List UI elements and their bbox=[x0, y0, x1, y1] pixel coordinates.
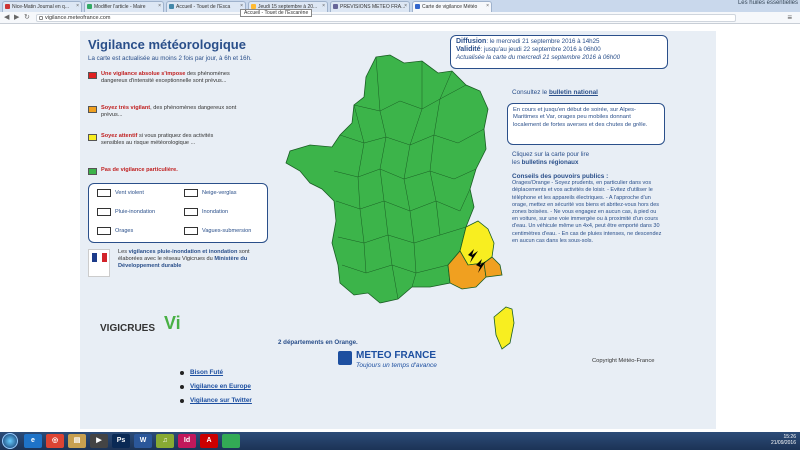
back-icon[interactable]: ◀ bbox=[4, 13, 9, 21]
wind-icon bbox=[97, 189, 111, 197]
link-vigilance-twitter[interactable]: Vigilance sur Twitter bbox=[180, 397, 252, 405]
favicon-icon bbox=[415, 4, 420, 9]
legend-green: Pas de vigilance particulière. bbox=[88, 167, 238, 175]
orange-swatch bbox=[88, 106, 97, 113]
menu-icon[interactable]: ≡ bbox=[787, 13, 792, 22]
meteo-france-icon bbox=[338, 351, 352, 365]
browser-toolbar: ◀ ▶ ↻ vigilance.meteofrance.com ≡ bbox=[0, 12, 800, 24]
close-icon[interactable]: × bbox=[404, 3, 407, 9]
national-bulletin-link[interactable]: bulletin national bbox=[549, 89, 598, 96]
rain-flood-icon bbox=[97, 208, 111, 216]
flood-icon bbox=[184, 208, 198, 216]
taskbar-explorer-icon[interactable]: ▤ bbox=[68, 434, 86, 448]
legend-red: Une vigilance absolue s'impose des phéno… bbox=[88, 71, 238, 85]
close-icon[interactable]: × bbox=[486, 3, 489, 9]
favicon-icon bbox=[5, 4, 10, 9]
favicon-icon bbox=[169, 4, 174, 9]
page-info-icon bbox=[39, 16, 43, 20]
wave-icon bbox=[184, 227, 198, 235]
meteo-france-tagline: Toujours un temps d'avance bbox=[356, 362, 437, 369]
public-advice: Conseils des pouvoirs publics : Orages/O… bbox=[512, 173, 662, 244]
related-links: Bison Futé Vigilance en Europe Vigilance… bbox=[180, 369, 252, 411]
red-swatch bbox=[88, 72, 97, 79]
window-right-label: Les huiles essentielles bbox=[737, 0, 798, 6]
meteo-france-name: METEO FRANCE bbox=[356, 350, 436, 361]
tab-modifier-article[interactable]: Modifier l'article - Maire × bbox=[84, 1, 164, 12]
copyright: Copyright Météo-France bbox=[592, 358, 655, 364]
yellow-swatch bbox=[88, 134, 97, 141]
meteo-france-logo[interactable]: METEO FRANCE Toujours un temps d'avance bbox=[338, 348, 458, 374]
tab-nice-matin[interactable]: Nice-Matin Journal en q... × bbox=[2, 1, 82, 12]
favicon-icon bbox=[87, 4, 92, 9]
legend-orange: Soyez très vigilant, des phénomènes dang… bbox=[88, 105, 238, 119]
taskbar-app-icon[interactable] bbox=[222, 434, 240, 448]
forward-icon[interactable]: ▶ bbox=[14, 13, 19, 21]
france-vigilance-map[interactable] bbox=[280, 51, 520, 351]
region-yellow-corsica[interactable] bbox=[493, 306, 515, 350]
legend-yellow: Soyez attentif si vous pratiquez des act… bbox=[88, 133, 238, 147]
diffusion-info-box: Diffusion: le mercredi 21 septembre 2016… bbox=[450, 35, 668, 69]
taskbar-photoshop-icon[interactable]: Ps bbox=[112, 434, 130, 448]
system-tray-clock[interactable]: 15:26 21/09/2016 bbox=[771, 434, 796, 446]
tab-previsions-meteo[interactable]: PREVISIONS METEO FRA... × bbox=[330, 1, 410, 12]
vigilance-panel: Vigilance météorologique La carte est ac… bbox=[80, 31, 716, 429]
taskbar-ie-icon[interactable]: e bbox=[24, 434, 42, 448]
tab-carte-vigilance[interactable]: Carte de vigilance Météo × bbox=[412, 1, 492, 12]
tab-accueil-touet[interactable]: Accueil - Touet de l'Esca × bbox=[166, 1, 246, 12]
storm-icon bbox=[97, 227, 111, 235]
regional-bulletins: Cliquez sur la carte pour lire les bulle… bbox=[512, 151, 590, 166]
ministry-notice: Les vigilances pluie-inondation et inond… bbox=[88, 249, 278, 281]
taskbar-indesign-icon[interactable]: Id bbox=[178, 434, 196, 448]
favicon-icon bbox=[333, 4, 338, 9]
link-vigilance-europe[interactable]: Vigilance en Europe bbox=[180, 383, 252, 391]
vigicrues-link[interactable]: VIGICRUES bbox=[100, 323, 155, 334]
reload-icon[interactable]: ↻ bbox=[24, 13, 30, 21]
close-icon[interactable]: × bbox=[76, 3, 79, 9]
republique-francaise-logo bbox=[88, 249, 110, 277]
taskbar: e ◎ ▤ ▶ Ps W ♫ Id A 15:26 21/09/2016 bbox=[0, 432, 800, 450]
orange-department-count: 2 départements en Orange. bbox=[278, 339, 358, 346]
taskbar-word-icon[interactable]: W bbox=[134, 434, 152, 448]
phenomenon-flood: Inondation bbox=[184, 208, 228, 216]
url-text: vigilance.meteofrance.com bbox=[45, 15, 111, 21]
phenomenon-waves: Vagues-submersion bbox=[184, 227, 251, 235]
current-event-box: En cours et jusqu'en début de soirée, su… bbox=[507, 103, 665, 145]
phenomenon-snow: Neige-verglas bbox=[184, 189, 237, 197]
link-bison-fute[interactable]: Bison Futé bbox=[180, 369, 252, 377]
close-icon[interactable]: × bbox=[158, 3, 161, 9]
phenomena-legend: Vent violent Neige-verglas Pluie-inondat… bbox=[88, 183, 268, 243]
web-page: Vigilance météorologique La carte est ac… bbox=[0, 25, 800, 432]
page-title: Vigilance météorologique bbox=[88, 37, 246, 52]
taskbar-media-icon[interactable]: ▶ bbox=[90, 434, 108, 448]
snow-icon bbox=[184, 189, 198, 197]
close-icon[interactable]: × bbox=[322, 3, 325, 9]
consult-national-bulletin: Consultez le bulletin national bbox=[512, 89, 598, 96]
phenomenon-rain-flood: Pluie-inondation bbox=[97, 208, 155, 216]
phenomenon-storm: Orages bbox=[97, 227, 133, 235]
taskbar-acrobat-icon[interactable]: A bbox=[200, 434, 218, 448]
tab-strip: Nice-Matin Journal en q... × Modifier l'a… bbox=[0, 0, 800, 12]
vigicrues-logo[interactable]: Vi bbox=[164, 313, 181, 334]
start-button[interactable] bbox=[2, 433, 18, 449]
taskbar-music-icon[interactable]: ♫ bbox=[156, 434, 174, 448]
green-swatch bbox=[88, 168, 97, 175]
page-subtitle: La carte est actualisée au moins 2 fois … bbox=[88, 55, 252, 62]
tab-tooltip: Accueil - Touet de l'Escarène bbox=[240, 9, 313, 17]
next-update: Actualisée la carte du mercredi 21 septe… bbox=[456, 54, 621, 61]
address-bar[interactable]: vigilance.meteofrance.com bbox=[36, 14, 736, 22]
regional-bulletins-link[interactable]: bulletins régionaux bbox=[522, 159, 579, 166]
taskbar-chrome-icon[interactable]: ◎ bbox=[46, 434, 64, 448]
phenomenon-wind: Vent violent bbox=[97, 189, 144, 197]
